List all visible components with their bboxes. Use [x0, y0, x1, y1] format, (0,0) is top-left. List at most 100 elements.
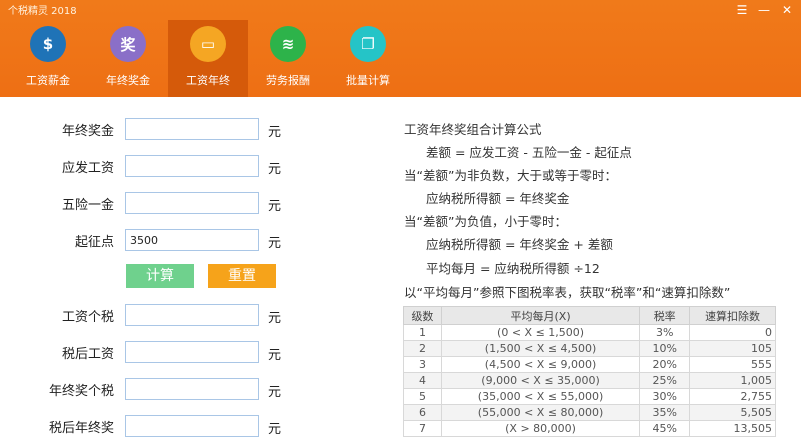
- title-bar: 个税精灵 2018 ☰ — ✕: [0, 0, 801, 20]
- wallet-icon: ▭: [190, 26, 226, 62]
- gross-salary-input[interactable]: [125, 155, 259, 177]
- formula-line: 应纳税所得额 = 年终奖金 + 差额: [426, 237, 613, 252]
- table-cell: 105: [689, 340, 776, 357]
- table-cell: (35,000 < X ≤ 55,000): [440, 388, 641, 405]
- bonus-tax-output[interactable]: [125, 378, 259, 400]
- column-header: 平均每月(X): [440, 306, 641, 325]
- table-cell: 6: [403, 404, 442, 421]
- table-cell: 20%: [639, 356, 691, 373]
- table-cell: (55,000 < X ≤ 80,000): [440, 404, 641, 421]
- table-cell: 0: [689, 324, 776, 341]
- formula-line: 差额 = 应发工资 - 五险一金 - 起征点: [426, 145, 632, 160]
- reset-button[interactable]: 重置: [208, 264, 276, 288]
- nav-item-label: 工资薪金: [26, 74, 70, 87]
- nav-item-label: 劳务报酬: [266, 74, 310, 87]
- table-row: 1 (0 < X ≤ 1,500) 3% 0: [403, 324, 776, 341]
- table-cell: 45%: [639, 420, 691, 437]
- table-cell: 5,505: [689, 404, 776, 421]
- table-cell: 1,005: [689, 372, 776, 389]
- table-cell: 3: [403, 356, 442, 373]
- nav-item-2[interactable]: ▭ 工资年终: [168, 20, 248, 97]
- table-row: 6 (55,000 < X ≤ 80,000) 35% 5,505: [403, 404, 776, 421]
- table-row: 4 (9,000 < X ≤ 35,000) 25% 1,005: [403, 372, 776, 389]
- table-cell: (X > 80,000): [440, 420, 641, 437]
- table-cell: 1: [403, 324, 442, 341]
- table-cell: 4: [403, 372, 442, 389]
- bonus-icon: 奖: [110, 26, 146, 62]
- table-cell: 35%: [639, 404, 691, 421]
- nav-item-1[interactable]: 奖年终奖金: [88, 20, 168, 97]
- close-icon[interactable]: ✕: [776, 0, 798, 20]
- net-salary-label: 税后工资: [61, 347, 114, 362]
- table-cell: 2,755: [689, 388, 776, 405]
- insurance-unit: 元: [268, 199, 282, 214]
- table-row: 7 (X > 80,000) 45% 13,505: [403, 420, 776, 437]
- app-header: 个税精灵 2018 ☰ — ✕ $ 工资薪金 奖年终奖金 ▭ 工资年终 ≋ 劳务报酬 ❐ 批量计…: [0, 0, 801, 97]
- table-cell: 5: [403, 388, 442, 405]
- coins-glyph: ≋: [281, 35, 295, 53]
- formula-line: 平均每月 = 应纳税所得额 ÷12: [426, 261, 600, 276]
- table-cell: (9,000 < X ≤ 35,000): [440, 372, 641, 389]
- column-header: 速算扣除数: [689, 306, 776, 325]
- bonus-glyph: 奖: [120, 35, 136, 54]
- table-cell: 7: [403, 420, 442, 437]
- table-row: 3 (4,500 < X ≤ 9,000) 20% 555: [403, 356, 776, 373]
- net-salary-output[interactable]: [125, 341, 259, 363]
- formula-line: 当“差额”为非负数，大于或等于零时：: [404, 168, 617, 183]
- bonus-input[interactable]: [125, 118, 259, 140]
- table-cell: 13,505: [689, 420, 776, 437]
- column-header: 税率: [639, 306, 691, 325]
- insurance-label: 五险一金: [61, 198, 114, 213]
- wallet-glyph: ▭: [200, 35, 216, 53]
- salary-tax-output[interactable]: [125, 304, 259, 326]
- table-cell: (1,500 < X ≤ 4,500): [440, 340, 641, 357]
- threshold-input[interactable]: [125, 229, 259, 251]
- table-row: 2 (1,500 < X ≤ 4,500) 10% 105: [403, 340, 776, 357]
- salary-tax-unit: 元: [268, 311, 282, 326]
- app-title: 个税精灵 2018: [8, 6, 77, 17]
- net-salary-unit: 元: [268, 348, 282, 363]
- table-cell: 2: [403, 340, 442, 357]
- gross-salary-unit: 元: [268, 162, 282, 177]
- money-bag-glyph: $: [42, 35, 54, 53]
- threshold-unit: 元: [268, 236, 282, 251]
- nav-item-label: 年终奖金: [106, 74, 150, 87]
- salary-tax-label: 工资个税: [61, 310, 114, 325]
- nav-item-label: 批量计算: [346, 74, 390, 87]
- net-bonus-unit: 元: [268, 422, 282, 437]
- bonus-tax-label: 年终奖个税: [48, 384, 114, 399]
- table-cell: 555: [689, 356, 776, 373]
- table-header-row: 级数 平均每月(X) 税率 速算扣除数: [403, 306, 776, 325]
- copy-icon: ❐: [350, 26, 386, 62]
- formula-line: 应纳税所得额 = 年终奖金: [426, 191, 570, 206]
- net-bonus-label: 税后年终奖: [48, 421, 114, 436]
- nav-item-0[interactable]: $ 工资薪金: [8, 20, 88, 97]
- insurance-input[interactable]: [125, 192, 259, 214]
- bonus-unit: 元: [268, 125, 282, 140]
- table-cell: 3%: [639, 324, 691, 341]
- nav-item-4[interactable]: ❐ 批量计算: [328, 20, 408, 97]
- formula-line: 当“差额”为负值，小于零时：: [404, 214, 567, 229]
- minimize-icon[interactable]: —: [753, 0, 775, 20]
- formula-line: 以“平均每月”参照下图税率表，获取“税率”和“速算扣除数”: [404, 285, 731, 300]
- table-cell: (4,500 < X ≤ 9,000): [440, 356, 641, 373]
- nav-item-label: 工资年终: [186, 74, 230, 87]
- threshold-label: 起征点: [74, 235, 114, 250]
- column-header: 级数: [403, 306, 442, 325]
- table-cell: 30%: [639, 388, 691, 405]
- money-bag-icon: $: [30, 26, 66, 62]
- nav-item-3[interactable]: ≋ 劳务报酬: [248, 20, 328, 97]
- table-cell: (0 < X ≤ 1,500): [440, 324, 641, 341]
- net-bonus-output[interactable]: [125, 415, 259, 437]
- copy-glyph: ❐: [361, 35, 375, 53]
- main-nav: $ 工资薪金 奖年终奖金 ▭ 工资年终 ≋ 劳务报酬 ❐ 批量计算: [0, 20, 801, 97]
- calculate-button[interactable]: 计算: [126, 264, 194, 288]
- bonus-tax-unit: 元: [268, 385, 282, 400]
- menu-icon[interactable]: ☰: [731, 0, 753, 20]
- tax-rate-table: 级数 平均每月(X) 税率 速算扣除数 1 (0 < X ≤ 1,500) 3% 0 2…: [403, 306, 776, 437]
- table-cell: 25%: [639, 372, 691, 389]
- coins-icon: ≋: [270, 26, 306, 62]
- table-row: 5 (35,000 < X ≤ 55,000) 30% 2,755: [403, 388, 776, 405]
- bonus-label: 年终奖金: [61, 124, 114, 139]
- formula-title: 工资年终奖组合计算公式: [404, 122, 542, 137]
